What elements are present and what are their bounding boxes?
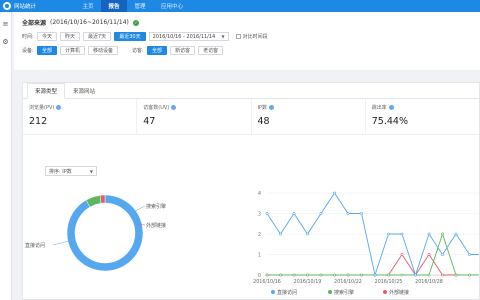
data-point	[265, 273, 269, 277]
time-label: 时间:	[22, 34, 34, 40]
main-nav: 主页 报告 管理 应用中心	[75, 0, 191, 12]
data-point	[306, 232, 309, 236]
legend-label-0: 直接访问	[277, 289, 297, 296]
y-tick-label: 3	[258, 212, 261, 218]
y-tick-label: 1	[258, 253, 261, 259]
date-range-picker[interactable]: 2016/10/16 - 2016/11/14 ▼	[148, 32, 229, 41]
data-point	[346, 273, 350, 277]
nav-manage[interactable]: 管理	[127, 0, 153, 12]
data-point	[427, 253, 431, 256]
data-point	[333, 273, 336, 277]
data-point	[373, 273, 377, 277]
y-tick-label: 2	[258, 232, 261, 238]
time-filter-row: 时间: 今天 昨天 最近7天 最近30天 2016/10/16 - 2016/1…	[22, 32, 472, 41]
legend-marker-2	[383, 290, 387, 294]
legend-marker-0	[271, 290, 275, 294]
data-point	[292, 212, 296, 215]
time-7days-button[interactable]: 最近7天	[83, 32, 112, 41]
breadcrumb: 全部来源 (2016/10/16~2016/11/14) ✓	[22, 18, 472, 27]
data-point	[400, 253, 404, 256]
data-point	[292, 273, 296, 277]
compare-checkbox[interactable]	[235, 34, 241, 39]
data-point	[427, 232, 431, 236]
data-point	[279, 232, 282, 236]
data-point	[427, 273, 431, 277]
data-point	[400, 273, 404, 277]
filter-bar: 全部来源 (2016/10/16~2016/11/14) ✓ 时间: 今天 昨天…	[14, 12, 480, 70]
data-point	[360, 273, 363, 277]
sidebar: ≡ ⚙	[0, 12, 12, 300]
logo-icon	[3, 2, 11, 10]
legend-label-2: 外部链接	[389, 289, 409, 296]
app-title: 网站统计	[14, 4, 37, 10]
nav-home[interactable]: 主页	[75, 0, 101, 12]
date-range-value: 2016/10/16 - 2016/11/14	[152, 33, 216, 40]
legend-marker-1	[328, 290, 332, 294]
time-today-button[interactable]: 今天	[37, 32, 58, 41]
nav-app-center[interactable]: 应用中心	[153, 0, 191, 12]
data-point	[306, 273, 309, 277]
data-point	[387, 232, 390, 236]
data-point	[454, 273, 458, 277]
nav-report[interactable]: 报告	[101, 0, 127, 12]
data-point	[319, 273, 323, 277]
device-filter-row: 设备: 全部 计算机 移动设备 访客: 全部 新访客 老访客	[22, 46, 472, 55]
data-point	[414, 273, 417, 277]
menu-icon[interactable]: ≡	[2, 20, 10, 28]
data-point	[279, 273, 282, 277]
data-point	[360, 212, 363, 215]
x-tick-label: 2016/10/19	[294, 279, 322, 285]
device-label: 设备:	[22, 48, 34, 54]
y-tick-label: 0	[258, 273, 261, 279]
device-all-button[interactable]: 全部	[37, 46, 58, 55]
chevron-down-icon: ▼	[221, 34, 225, 39]
data-point	[387, 273, 390, 277]
data-point	[454, 232, 458, 236]
line-chart: 0 1 2 3 4 2016/10/16 2016/10/19 2016/10/22 2016/…	[253, 191, 479, 296]
x-tick-label: 2016/10/16	[253, 279, 281, 285]
x-tick-label: 2016/10/25	[375, 279, 403, 285]
y-tick-label: 4	[258, 191, 261, 197]
main-content: 全部来源 (2016/10/16~2016/11/14) ✓ 时间: 今天 昨天…	[14, 12, 480, 300]
page-title: 全部来源	[22, 20, 47, 27]
gear-icon[interactable]: ⚙	[2, 38, 10, 46]
device-computer-button[interactable]: 计算机	[60, 46, 86, 55]
x-tick-label: 2016/10/22	[334, 279, 362, 285]
report-panel: 来源类型 来源网站 浏览量(PV) 212 访客数(UV) 47 IP数 48 …	[22, 82, 480, 300]
top-nav-bar: 网站统计 主页 报告 管理 应用中心	[0, 0, 480, 12]
visitor-new-button[interactable]: 新访客	[170, 46, 196, 55]
time-yesterday-button[interactable]: 昨天	[60, 32, 81, 41]
data-point	[441, 232, 444, 236]
data-point	[468, 253, 471, 256]
time-30days-button[interactable]: 最近30天	[114, 32, 146, 41]
compare-label: 对比时间段	[242, 34, 268, 40]
data-point	[468, 273, 471, 277]
app-logo[interactable]: 网站统计	[0, 2, 75, 10]
data-point	[265, 212, 269, 215]
data-point	[441, 273, 444, 277]
x-tick-label: 2016/10/28	[415, 279, 443, 285]
data-point	[441, 253, 444, 256]
visitor-all-button[interactable]: 全部	[147, 46, 168, 55]
data-point	[333, 191, 336, 195]
data-point	[400, 232, 404, 236]
legend-label-1: 搜索引擎	[334, 289, 354, 296]
visitor-label: 访客:	[132, 48, 144, 54]
data-point	[346, 212, 350, 215]
check-icon: ✓	[132, 19, 139, 26]
data-point	[319, 212, 323, 215]
date-range-text: (2016/10/16~2016/11/14)	[50, 19, 129, 26]
device-mobile-button[interactable]: 移动设备	[88, 46, 119, 55]
visitor-old-button[interactable]: 老访客	[198, 46, 224, 55]
compare-toggle[interactable]: 对比时间段	[235, 33, 268, 40]
